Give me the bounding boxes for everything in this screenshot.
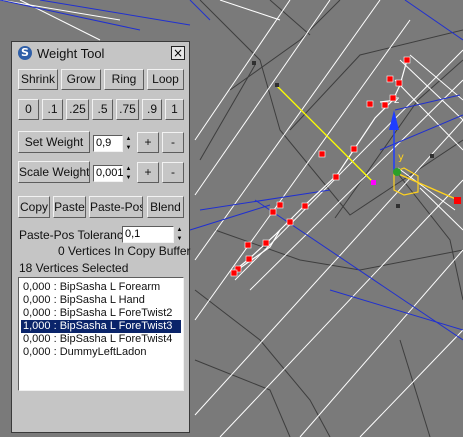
x-axis-handle-icon[interactable] xyxy=(454,197,461,204)
spinner-up-icon[interactable]: ▲ xyxy=(124,165,133,173)
vertex xyxy=(286,218,294,226)
gear-s-icon: S xyxy=(18,46,32,60)
preset-weight-0-button[interactable]: 0 xyxy=(18,99,39,120)
list-item[interactable]: 0,000 : BipSasha L Hand xyxy=(21,294,181,307)
vertex xyxy=(245,255,253,263)
preset-weight-0.5-button[interactable]: .5 xyxy=(92,99,113,120)
paste-pos-tolerance-spinner[interactable]: ▲ ▼ xyxy=(175,226,184,243)
copy-buffer-status: 0 Vertices In Copy Buffer xyxy=(58,244,191,258)
vertex xyxy=(403,56,411,64)
preset-weight-1-button[interactable]: 1 xyxy=(165,99,184,120)
loop-button[interactable]: Loop xyxy=(147,69,184,90)
preset-weight-0.75-button[interactable]: .75 xyxy=(116,99,139,120)
spinner-down-icon[interactable]: ▼ xyxy=(175,235,184,243)
set-weight-spinner[interactable]: ▲ ▼ xyxy=(124,135,133,152)
vertex xyxy=(389,94,397,102)
scale-weight-decrease-button[interactable]: - xyxy=(162,162,184,183)
vertex xyxy=(332,173,340,181)
spinner-up-icon[interactable]: ▲ xyxy=(124,135,133,143)
grow-button[interactable]: Grow xyxy=(61,69,101,90)
set-weight-increase-button[interactable]: + xyxy=(137,132,159,153)
vertex xyxy=(386,75,394,83)
vertex xyxy=(230,269,238,277)
set-weight-input[interactable]: 0,9 xyxy=(93,135,123,152)
y-axis-label: y xyxy=(398,152,404,163)
selection-status: 18 Vertices Selected xyxy=(19,261,129,275)
spinner-down-icon[interactable]: ▼ xyxy=(124,174,133,182)
preset-weight-0.9-button[interactable]: .9 xyxy=(142,99,162,120)
paste-button[interactable]: Paste xyxy=(53,196,86,218)
blend-button[interactable]: Blend xyxy=(147,196,184,218)
vertex xyxy=(350,145,358,153)
vertex xyxy=(269,208,277,216)
pivot-marker-icon xyxy=(371,180,376,185)
set-weight-button[interactable]: Set Weight xyxy=(18,131,90,153)
ring-button[interactable]: Ring xyxy=(104,69,144,90)
vertex xyxy=(381,101,389,109)
preset-weight-0.1-button[interactable]: .1 xyxy=(42,99,63,120)
set-weight-decrease-button[interactable]: - xyxy=(162,132,184,153)
list-item-selected[interactable]: 1,000 : BipSasha L ForeTwist3 xyxy=(21,320,181,333)
shrink-button[interactable]: Shrink xyxy=(18,69,58,90)
copy-button[interactable]: Copy xyxy=(18,196,50,218)
vertex xyxy=(366,100,374,108)
vertex xyxy=(395,79,403,87)
scale-weight-spinner[interactable]: ▲ ▼ xyxy=(124,165,133,182)
list-item[interactable]: 0,000 : BipSasha L ForeTwist4 xyxy=(21,333,181,346)
vertex xyxy=(244,241,252,249)
vertex xyxy=(262,239,270,247)
paste-pos-button[interactable]: Paste-Pos xyxy=(89,196,143,218)
vertex xyxy=(276,201,284,209)
spinner-up-icon[interactable]: ▲ xyxy=(175,226,184,234)
scale-weight-button[interactable]: Scale Weight xyxy=(18,161,90,183)
list-item[interactable]: 0,000 : DummyLeftLadon xyxy=(21,346,181,359)
gizmo-center-icon[interactable] xyxy=(393,168,401,176)
vertex xyxy=(318,150,326,158)
bone-weights-list[interactable]: 0,000 : BipSasha L Forearm 0,000 : BipSa… xyxy=(18,277,184,391)
list-item[interactable]: 0,000 : BipSasha L ForeTwist2 xyxy=(21,307,181,320)
title-bar[interactable]: S Weight Tool × xyxy=(15,45,186,62)
paste-pos-tolerance-label: Paste-Pos Tolerance xyxy=(19,228,130,242)
spinner-down-icon[interactable]: ▼ xyxy=(124,144,133,152)
close-button[interactable]: × xyxy=(171,46,185,60)
scale-weight-input[interactable]: 0,001 xyxy=(93,165,124,182)
window-title: Weight Tool xyxy=(37,46,105,61)
preset-weight-0.25-button[interactable]: .25 xyxy=(66,99,89,120)
list-item[interactable]: 0,000 : BipSasha L Forearm xyxy=(21,281,181,294)
weight-tool-panel: S Weight Tool × Shrink Grow Ring Loop 0 … xyxy=(11,41,191,433)
vertex xyxy=(301,202,309,210)
paste-pos-tolerance-input[interactable]: 0,1 xyxy=(122,226,174,243)
scale-weight-increase-button[interactable]: + xyxy=(137,162,159,183)
